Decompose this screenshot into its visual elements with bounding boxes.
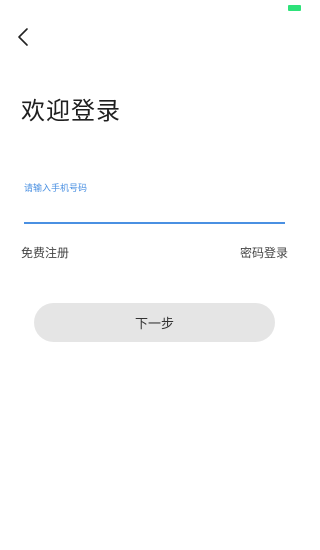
phone-input[interactable] xyxy=(24,198,285,220)
status-bar xyxy=(0,0,309,16)
password-login-link[interactable]: 密码登录 xyxy=(240,245,288,261)
register-link[interactable]: 免费注册 xyxy=(21,245,69,261)
battery-icon xyxy=(288,5,301,11)
page-title: 欢迎登录 xyxy=(21,97,121,125)
next-button[interactable]: 下一步 xyxy=(34,303,275,342)
phone-field[interactable]: 请输入手机号码 xyxy=(24,180,285,224)
back-button[interactable] xyxy=(10,24,36,50)
chevron-left-icon xyxy=(18,28,28,46)
phone-field-underline xyxy=(24,222,285,224)
phone-field-label: 请输入手机号码 xyxy=(24,184,88,194)
